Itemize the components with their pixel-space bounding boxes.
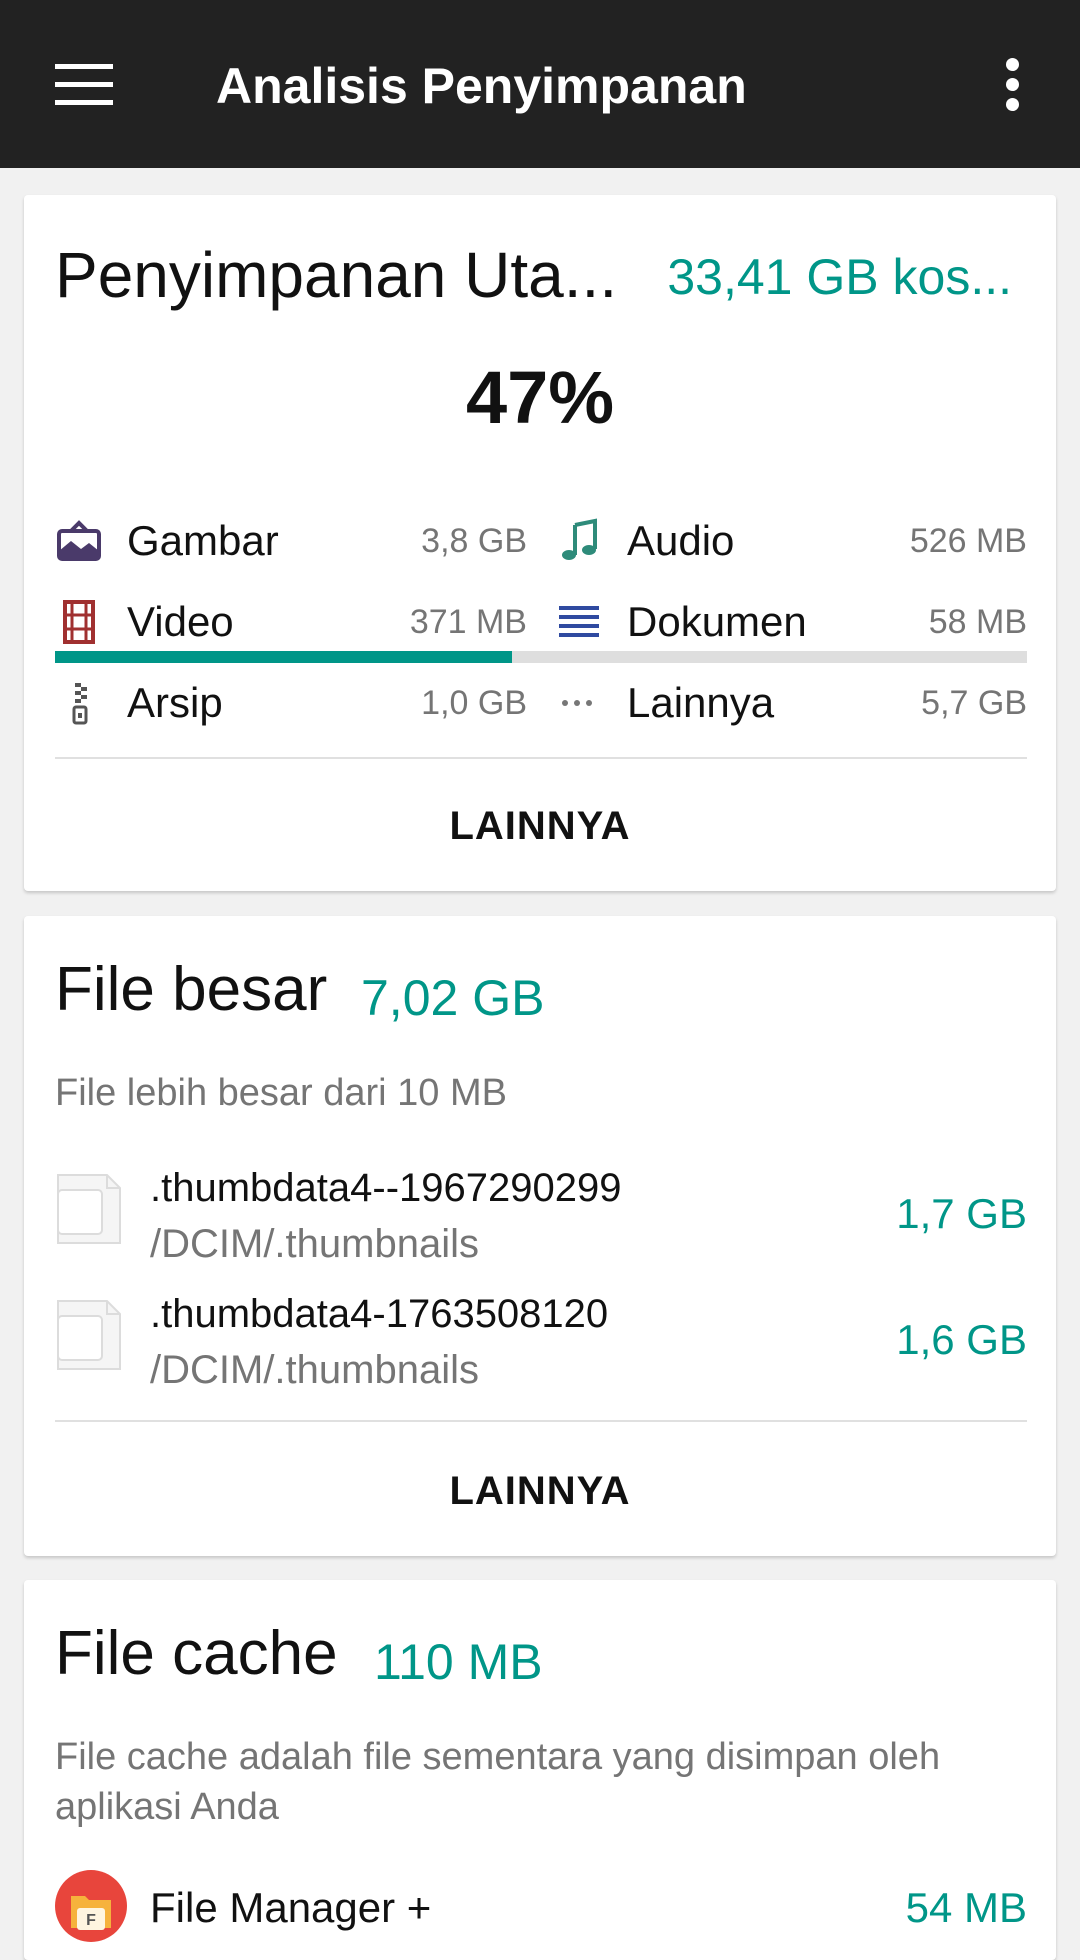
category-size: 371 MB	[409, 603, 527, 641]
file-manager-app-icon: F	[55, 1870, 127, 1942]
file-path: /DCIM/.thumbnails	[150, 1222, 479, 1266]
cache-app-size: 54 MB	[905, 1884, 1027, 1931]
category-label: Audio	[627, 517, 735, 564]
image-icon	[57, 520, 101, 561]
cache-card: File cache 110 MB File cache adalah file…	[24, 1580, 1056, 1960]
hamburger-menu-icon[interactable]	[55, 64, 113, 106]
storage-progress-fill	[55, 651, 512, 663]
category-size: 5,7 GB	[921, 684, 1027, 722]
cache-subtitle: File cache adalah file sementara yang di…	[55, 1736, 941, 1828]
category-label: Lainnya	[627, 679, 775, 726]
category-size: 526 MB	[909, 522, 1027, 560]
cache-title: File cache	[55, 1619, 338, 1688]
page-title: Analisis Penyimpanan	[216, 58, 747, 114]
svg-text:F: F	[86, 1912, 96, 1929]
category-arsip[interactable]: Arsip 1,0 GB	[55, 673, 527, 733]
file-name: .thumbdata4-1763508120	[150, 1292, 609, 1336]
film-icon	[63, 600, 95, 644]
category-lainnya[interactable]: Lainnya 5,7 GB	[555, 673, 1027, 733]
document-lines-icon	[559, 606, 599, 637]
file-row[interactable]: .thumbdata4--1967290299 /DCIM/.thumbnail…	[55, 1160, 1027, 1280]
large-files-more-button[interactable]: LAINNYA	[24, 1461, 1056, 1521]
large-files-title: File besar	[55, 955, 328, 1024]
file-size: 1,6 GB	[896, 1316, 1027, 1363]
file-row[interactable]: .thumbdata4-1763508120 /DCIM/.thumbnails…	[55, 1286, 1027, 1406]
app-bar: Analisis Penyimpanan	[0, 0, 1080, 168]
category-gambar[interactable]: Gambar 3,8 GB	[55, 511, 527, 571]
more-vert-icon[interactable]	[1003, 58, 1023, 112]
file-icon	[57, 1300, 121, 1370]
category-size: 58 MB	[928, 603, 1027, 641]
file-size: 1,7 GB	[896, 1190, 1027, 1237]
storage-progress-bar	[55, 651, 1027, 663]
cache-app-row[interactable]: F File Manager + 54 MB	[55, 1870, 1027, 1950]
category-label: Arsip	[127, 679, 223, 726]
cache-app-name: File Manager +	[150, 1884, 432, 1931]
category-video[interactable]: Video 371 MB	[55, 592, 527, 652]
category-label: Dokumen	[627, 598, 807, 645]
storage-used-percent: 47%	[465, 356, 615, 439]
category-audio[interactable]: Audio 526 MB	[555, 511, 1027, 571]
storage-title: Penyimpanan Uta...	[55, 239, 618, 311]
more-horiz-icon	[562, 700, 592, 706]
file-path: /DCIM/.thumbnails	[150, 1348, 479, 1392]
category-dokumen[interactable]: Dokumen 58 MB	[555, 592, 1027, 652]
category-label: Video	[127, 598, 234, 645]
zip-archive-icon	[72, 683, 88, 725]
file-icon	[57, 1174, 121, 1244]
storage-free-space: 33,41 GB kos...	[667, 249, 1012, 305]
cache-total: 110 MB	[374, 1634, 543, 1690]
divider	[55, 757, 1027, 759]
category-size: 1,0 GB	[421, 684, 527, 722]
category-size: 3,8 GB	[421, 522, 527, 560]
music-note-icon	[562, 518, 597, 560]
category-label: Gambar	[127, 517, 279, 564]
large-files-total: 7,02 GB	[361, 970, 545, 1026]
file-name: .thumbdata4--1967290299	[150, 1166, 622, 1210]
divider	[55, 1420, 1027, 1422]
large-files-card: File besar 7,02 GB File lebih besar dari…	[24, 916, 1056, 1556]
large-files-subtitle: File lebih besar dari 10 MB	[55, 1072, 507, 1114]
storage-more-button[interactable]: LAINNYA	[24, 796, 1056, 856]
storage-card: Penyimpanan Uta... 33,41 GB kos... 47% G…	[24, 195, 1056, 891]
